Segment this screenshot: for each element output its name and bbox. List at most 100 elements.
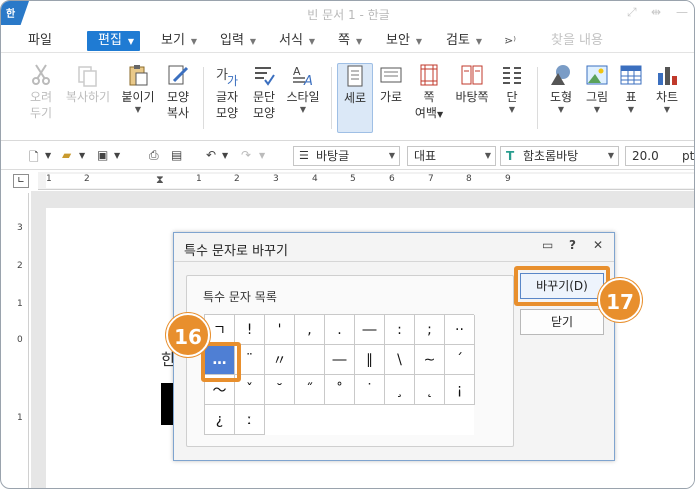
symbol-cell[interactable]: ˝ (295, 375, 325, 405)
dialog-title: 특수 문자로 바꾸기 (184, 244, 288, 259)
ribbon: 오려 두기 복사하기 붙이기 ▼ 모양 복사 가가 글자 모양 문단 모양 AA 스타일… (1, 53, 694, 141)
ruler-number: 6 (389, 174, 395, 184)
char-shape-button[interactable]: 가가 글자 모양 (209, 63, 245, 137)
indent-marker-icon[interactable]: ⧗ (156, 173, 164, 187)
symbol-cell[interactable]: ´ (445, 345, 475, 375)
highlight-select-symbol (201, 342, 241, 382)
menu-file[interactable]: 파일 (28, 31, 52, 51)
more-menu-icon[interactable]: ⋗⁾ (504, 31, 516, 51)
print-preview-icon[interactable]: ▤ (171, 148, 182, 164)
ruler-number: 2 (17, 261, 23, 271)
symbol-cell[interactable]: ¸ (385, 375, 415, 405)
chevron-down-icon[interactable]: ▼ (79, 151, 85, 167)
close-button[interactable]: 닫기 (520, 309, 604, 335)
horizontal-orientation-button[interactable]: 가로 (375, 63, 407, 137)
chevron-down-icon: ▼ (484, 151, 491, 160)
shape-icon (551, 65, 570, 85)
menu-page[interactable]: 쪽 ▼ (338, 31, 362, 51)
cut-button[interactable]: 오려 두기 (23, 63, 59, 137)
symbol-cell (445, 405, 475, 435)
open-folder-icon[interactable]: ▰ (62, 148, 71, 164)
symbol-cell[interactable]: ; (415, 315, 445, 345)
chevron-down-icon[interactable]: ▼ (114, 151, 120, 167)
symbol-cell[interactable]: , (295, 315, 325, 345)
symbol-cell[interactable]: . (325, 315, 355, 345)
symbol-cell[interactable]: ¿ (205, 405, 235, 435)
chevron-down-icon[interactable]: ▼ (259, 151, 265, 167)
svg-text:A: A (293, 65, 301, 78)
redo-icon[interactable]: ↷ (241, 148, 251, 164)
symbol-cell[interactable]: ˛ (415, 375, 445, 405)
symbol-cell[interactable]: ·· (445, 315, 475, 345)
symbol-cell[interactable]: ˚ (325, 375, 355, 405)
symbol-cell[interactable]: ∥ (355, 345, 385, 375)
split-icon[interactable]: ⇹ (651, 5, 661, 19)
style-combo[interactable]: ☰ 바탕글 ▼ (293, 146, 400, 166)
format-copy-button[interactable]: 모양 복사 (161, 63, 195, 137)
symbol-cell[interactable]: ! (235, 315, 265, 345)
symbol-cell[interactable]: : (385, 315, 415, 345)
symbol-cell[interactable]: ' (265, 315, 295, 345)
find-text[interactable]: 찾을 내용 (551, 31, 603, 51)
chevron-down-icon: ▼ (388, 151, 395, 160)
print-icon[interactable]: ⎙ (149, 148, 159, 164)
font-size-combo[interactable]: 20.0 pt (625, 146, 694, 166)
ruler-number: 3 (273, 174, 279, 184)
column-button[interactable]: 단 ▼ (496, 63, 528, 137)
symbol-cell[interactable]: ˘ (265, 375, 295, 405)
symbol-cell[interactable]: ː (235, 405, 265, 435)
horizontal-ruler[interactable]: 1 2 1 2 3 4 5 6 7 8 9 ⧗ (38, 172, 694, 190)
highlight-replace-button (514, 266, 610, 306)
menu-insert[interactable]: 입력 ▼ (220, 31, 256, 51)
paste-button[interactable]: 붙이기 ▼ (118, 63, 158, 137)
symbol-cell (355, 405, 385, 435)
help-icon[interactable]: ? (569, 238, 576, 252)
language-combo[interactable]: 대표 ▼ (407, 146, 496, 166)
symbol-cell[interactable]: 〃 (265, 345, 295, 375)
ruler-number: 2 (84, 174, 90, 184)
shape-button[interactable]: 도형 ▼ (544, 63, 578, 137)
fullscreen-icon[interactable]: ⤢ (627, 5, 637, 20)
page-margin-button[interactable]: 쪽 여백▼ (410, 63, 448, 137)
symbol-cell[interactable] (295, 345, 325, 375)
menu-format[interactable]: 서식 ▼ (279, 31, 315, 51)
chevron-down-icon: ▼ (134, 105, 142, 114)
undo-icon[interactable]: ↶ (206, 148, 216, 164)
ribbon-separator (203, 67, 204, 129)
menu-view[interactable]: 보기 ▼ (161, 31, 197, 51)
minimize-icon[interactable]: — (676, 5, 688, 19)
chevron-down-icon[interactable]: ▼ (222, 151, 228, 167)
chevron-down-icon: ▼ (355, 37, 363, 46)
app-window: 한 빈 문서 1 - 한글 ⤢ ⇹ — 파일 편집 ▼ 보기 ▼ 입력 ▼ 서식 ▼ 쪽… (0, 0, 695, 489)
symbol-cell[interactable]: ― (325, 345, 355, 375)
menu-review[interactable]: 검토 ▼ (446, 31, 482, 51)
chevron-down-icon[interactable]: ▼ (45, 151, 51, 167)
format-toolbar: 🗋 ▼ ▰ ▼ ▣ ▼ ⎙ ▤ ↶ ▼ ↷ ▼ ☰ 바탕글 ▼ 대표 ▼ T 함초롬… (1, 142, 694, 170)
menu-edit[interactable]: 편집 ▼ (87, 31, 141, 51)
vertical-orientation-button[interactable]: 세로 (337, 63, 373, 133)
ruler-corner[interactable]: ∟ (13, 174, 29, 188)
chevron-down-icon: ▼ (607, 151, 614, 160)
font-combo[interactable]: T 함초롬바탕 ▼ (500, 146, 619, 166)
save-icon[interactable]: ▣ (97, 148, 108, 164)
para-shape-button[interactable]: 문단 모양 (247, 63, 281, 137)
symbol-cell[interactable]: ˙ (355, 375, 385, 405)
copy-button[interactable]: 복사하기 (61, 63, 115, 137)
comment-icon[interactable]: ▭ (542, 238, 553, 252)
chevron-down-icon: ▼ (663, 105, 671, 114)
table-button[interactable]: 표 ▼ (616, 63, 646, 137)
ruler-number: 3 (17, 223, 23, 233)
vertical-ruler[interactable]: 3 2 1 0 1 (13, 193, 29, 488)
symbol-cell[interactable]: ― (355, 315, 385, 345)
new-document-icon[interactable]: 🗋 (29, 148, 39, 164)
picture-button[interactable]: 그림 ▼ (581, 63, 613, 137)
symbol-cell[interactable]: ∼ (415, 345, 445, 375)
ruler-number: 1 (17, 299, 23, 309)
close-icon[interactable]: ✕ (593, 238, 603, 252)
background-page-button[interactable]: 바탕쪽 (452, 63, 492, 137)
style-button[interactable]: AA 스타일 ▼ (283, 63, 323, 137)
symbol-cell[interactable]: ¡ (445, 375, 475, 405)
symbol-cell[interactable]: \ (385, 345, 415, 375)
chart-button[interactable]: 차트 ▼ (650, 63, 684, 137)
menu-security[interactable]: 보안 ▼ (386, 31, 422, 51)
